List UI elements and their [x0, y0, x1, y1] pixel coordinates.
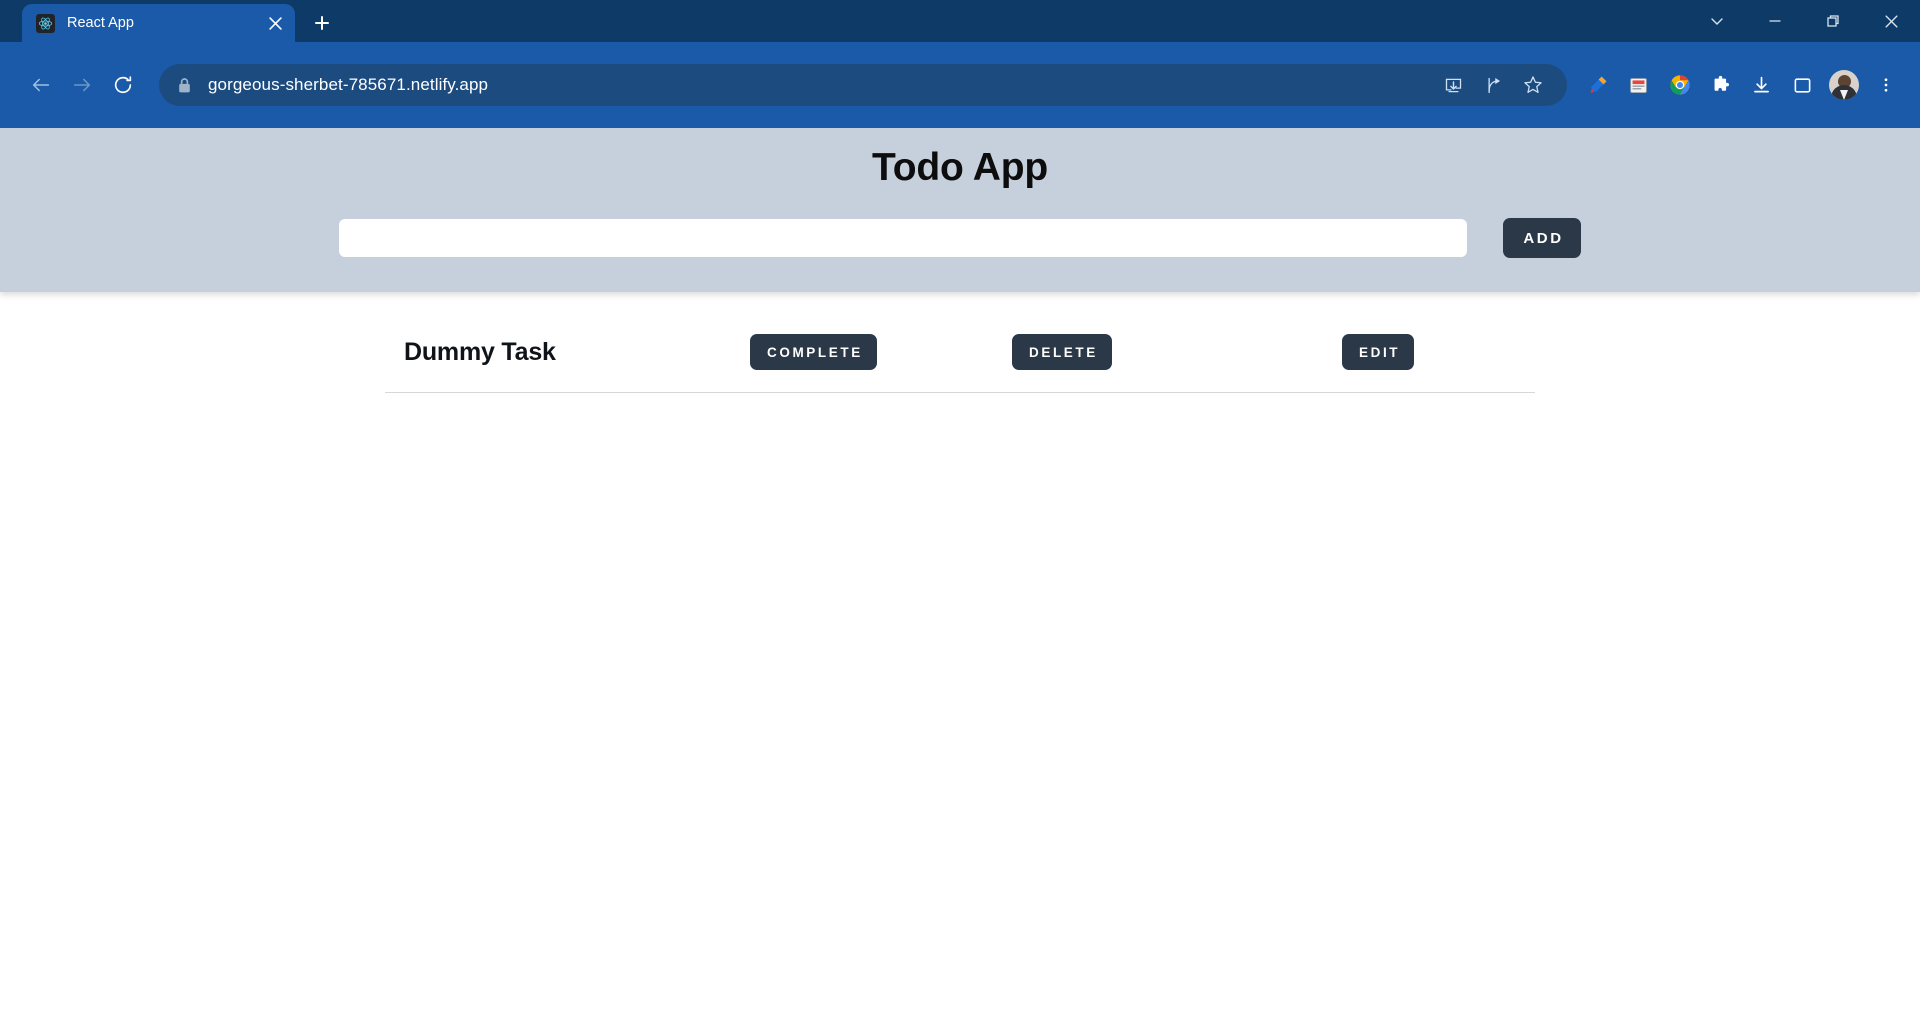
todo-item-text: Dummy Task: [404, 337, 556, 366]
downloads-icon[interactable]: [1741, 65, 1782, 106]
bookmark-star-icon[interactable]: [1513, 65, 1553, 105]
complete-slot: COMPLETE: [750, 334, 1012, 370]
todo-list: Dummy Task COMPLETE DELETE EDIT: [385, 292, 1535, 393]
browser-window: React App gorgeous-sherbet-785671.netlif…: [0, 0, 1920, 1014]
tab-strip: React App: [0, 0, 1920, 42]
side-panel-icon[interactable]: [1782, 65, 1823, 106]
puzzle-extensions-icon[interactable]: [1700, 65, 1741, 106]
edit-button[interactable]: EDIT: [1342, 334, 1415, 370]
app-header: Todo App ADD: [0, 128, 1920, 292]
install-app-icon[interactable]: [1433, 65, 1473, 105]
avatar[interactable]: [1829, 70, 1859, 100]
delete-button[interactable]: DELETE: [1012, 334, 1112, 370]
page-viewport: Todo App ADD Dummy Task COMPLETE DELETE …: [0, 128, 1920, 1014]
notes-extension-icon[interactable]: [1618, 65, 1659, 106]
maximize-button[interactable]: [1804, 0, 1862, 42]
address-bar[interactable]: gorgeous-sherbet-785671.netlify.app: [159, 64, 1567, 106]
minimize-button[interactable]: [1746, 0, 1804, 42]
lock-icon: [177, 77, 192, 94]
close-window-button[interactable]: [1862, 0, 1920, 42]
new-tab-button[interactable]: [305, 6, 339, 40]
chrome-menu-button[interactable]: [1865, 65, 1906, 106]
browser-tab-react-app[interactable]: React App: [22, 4, 295, 42]
tab-search-button[interactable]: [1688, 0, 1746, 42]
browser-toolbar: gorgeous-sherbet-785671.netlify.app: [0, 42, 1920, 128]
window-controls: [1688, 0, 1920, 42]
extensions-bar: [1577, 65, 1906, 106]
forward-button[interactable]: [63, 66, 101, 104]
add-button[interactable]: ADD: [1503, 218, 1581, 258]
eyedropper-extension-icon[interactable]: [1577, 65, 1618, 106]
tab-close-icon[interactable]: [263, 11, 287, 35]
chrome-extension-icon[interactable]: [1659, 65, 1700, 106]
add-todo-row: ADD: [0, 218, 1920, 258]
delete-slot: DELETE: [1012, 334, 1342, 370]
tab-title: React App: [67, 15, 134, 31]
table-row: Dummy Task COMPLETE DELETE EDIT: [385, 320, 1535, 393]
url-text: gorgeous-sherbet-785671.netlify.app: [208, 75, 489, 94]
omnibox-actions: [1433, 65, 1553, 105]
back-button[interactable]: [22, 66, 60, 104]
todo-input[interactable]: [339, 219, 1468, 257]
react-logo-icon: [36, 13, 55, 33]
edit-slot: EDIT: [1342, 334, 1604, 370]
share-icon[interactable]: [1473, 65, 1513, 105]
reload-button[interactable]: [104, 66, 142, 104]
complete-button[interactable]: COMPLETE: [750, 334, 877, 370]
page-title: Todo App: [872, 146, 1048, 189]
